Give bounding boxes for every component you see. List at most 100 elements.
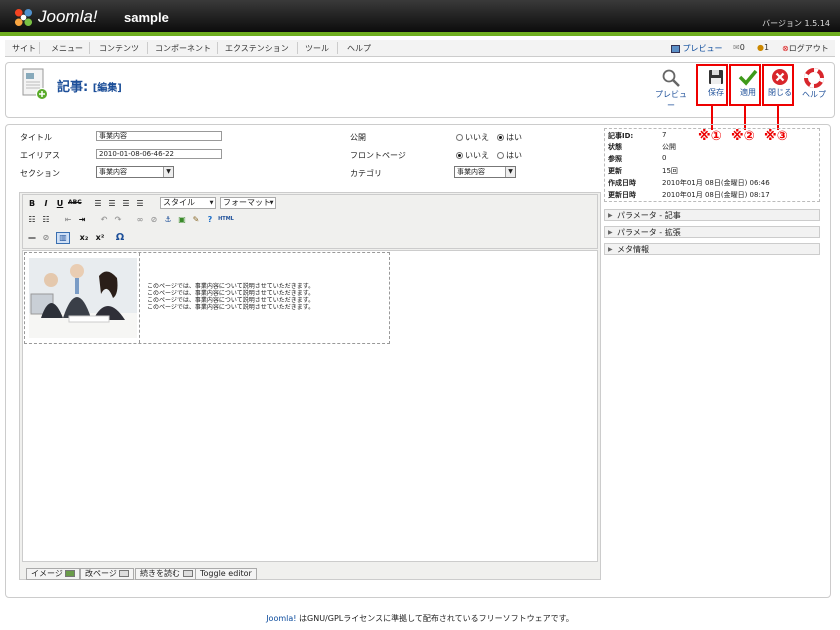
users-icon: ● <box>757 43 764 52</box>
info-value-state: 公開 <box>662 143 676 151</box>
lifebuoy-icon <box>804 68 824 88</box>
image-icon <box>65 570 76 577</box>
undo-icon[interactable]: ↶ <box>98 215 110 224</box>
info-value-hits: 0 <box>662 154 667 162</box>
image-button[interactable]: イメージ <box>26 568 81 580</box>
visual-aid-icon[interactable]: ▥ <box>56 232 70 244</box>
messages-count[interactable]: ✉0 <box>733 43 745 52</box>
mail-icon: ✉ <box>733 43 740 52</box>
readmore-button[interactable]: 続きを読む <box>135 568 198 580</box>
align-left-icon[interactable]: ☰ <box>92 199 104 208</box>
version-text: バージョン 1.5.14 <box>762 19 830 28</box>
panel-meta-info[interactable]: メタ情報 <box>604 243 820 255</box>
joomla-link[interactable]: Joomla! <box>266 614 296 623</box>
info-label-id: 記事ID: <box>608 132 634 140</box>
published-no-radio[interactable]: いいえ <box>456 132 489 143</box>
numbered-list-icon[interactable]: ☷ <box>40 215 52 224</box>
chevron-down-icon: ▼ <box>269 200 274 206</box>
magnifier-icon <box>662 69 680 87</box>
article-edit-icon <box>22 68 48 100</box>
horizontal-rule-icon[interactable]: — <box>26 233 38 242</box>
toggle-editor-button[interactable]: Toggle editor <box>195 568 257 580</box>
redo-icon[interactable]: ↷ <box>112 215 124 224</box>
frontpage-no-radio[interactable]: いいえ <box>456 150 489 161</box>
menu-extensions[interactable]: エクステンション <box>225 43 289 54</box>
info-label-revised: 更新 <box>608 167 622 175</box>
link-icon[interactable]: ∞ <box>134 215 146 224</box>
help-icon[interactable]: ? <box>204 215 216 224</box>
cleanup-icon[interactable]: ✎ <box>190 215 202 224</box>
info-value-created: 2010年01月 08日(金曜日) 06:46 <box>662 179 770 187</box>
image-icon[interactable]: ▣ <box>176 215 188 224</box>
special-char-icon[interactable]: Ω <box>114 232 126 243</box>
site-name: sample <box>124 10 169 25</box>
content-text[interactable]: このページでは、事業内容について説明させていただきます。 このページでは、事業内… <box>147 283 387 311</box>
title-label: タイトル <box>20 133 52 142</box>
chevron-down-icon: ▼ <box>209 200 214 206</box>
section-select[interactable]: 事業内容 ▼ <box>96 166 174 178</box>
html-icon[interactable]: HTML <box>218 216 234 222</box>
published-yes-radio[interactable]: はい <box>497 132 522 143</box>
preview-link[interactable]: プレビュー <box>671 43 723 54</box>
page-title: 記事: [編集] <box>57 80 122 95</box>
menu-components[interactable]: コンポーネント <box>155 43 211 54</box>
menu-content[interactable]: コンテンツ <box>99 43 139 54</box>
annotation-box-close <box>762 64 794 106</box>
superscript-icon[interactable]: x² <box>94 233 106 242</box>
underline-icon[interactable]: U <box>54 199 66 208</box>
align-center-icon[interactable]: ☰ <box>106 199 118 208</box>
info-value-id: 7 <box>662 131 667 139</box>
menu-help[interactable]: ヘルプ <box>347 43 371 54</box>
annotation-box-save <box>696 64 728 106</box>
category-label: カテゴリ <box>350 169 382 178</box>
category-select[interactable]: 事業内容 ▼ <box>454 166 516 178</box>
bold-icon[interactable]: B <box>26 199 38 208</box>
pagebreak-button[interactable]: 改ページ <box>80 568 135 580</box>
business-people-image <box>29 258 137 338</box>
joomla-logo-icon <box>14 8 33 27</box>
italic-icon[interactable]: I <box>40 199 52 208</box>
menu-tools[interactable]: ツール <box>305 43 329 54</box>
readmore-icon <box>182 570 193 577</box>
alias-input[interactable]: 2010-01-08-06-46-22 <box>96 149 222 159</box>
frontpage-label: フロントページ <box>350 151 406 160</box>
menu-menus[interactable]: メニュー <box>51 43 83 54</box>
logout-icon: ⊗ <box>782 44 789 53</box>
strikethrough-icon[interactable]: ABC <box>68 199 82 206</box>
pagebreak-icon <box>119 570 130 577</box>
annotation-box-apply <box>729 64 761 106</box>
info-label-state: 状態 <box>608 143 622 151</box>
frontpage-yes-radio[interactable]: はい <box>497 150 522 161</box>
chevron-down-icon: ▼ <box>163 167 173 177</box>
unlink-icon[interactable]: ⊘ <box>148 215 160 224</box>
logout-link[interactable]: ⊗ログアウト <box>782 43 829 54</box>
style-select[interactable]: スタイル ▼ <box>160 197 216 209</box>
chevron-down-icon: ▼ <box>505 167 515 177</box>
remove-format-icon[interactable]: ⊘ <box>40 233 52 242</box>
panel-article-params[interactable]: パラメータ - 記事 <box>604 209 820 221</box>
main-menu: サイト メニュー コンテンツ コンポーネント エクステンション ツール ヘルプ … <box>5 40 835 57</box>
title-input[interactable]: 事業内容 <box>96 131 222 141</box>
info-value-modified: 2010年01月 08日(金曜日) 08:17 <box>662 191 770 199</box>
subscript-icon[interactable]: x₂ <box>78 233 90 242</box>
published-label: 公開 <box>350 133 366 142</box>
preview-button[interactable]: プレビュー <box>652 66 690 110</box>
users-count[interactable]: ●1 <box>757 43 769 52</box>
section-label: セクション <box>20 169 60 178</box>
bullet-list-icon[interactable]: ☷ <box>26 215 38 224</box>
panel-advanced-params[interactable]: パラメータ - 拡張 <box>604 226 820 238</box>
menu-site[interactable]: サイト <box>12 43 36 54</box>
align-justify-icon[interactable]: ☰ <box>134 199 146 208</box>
info-label-created: 作成日時 <box>608 179 636 187</box>
footer: Joomla! はGNU/GPLライセンスに準拠して配布されているフリーソフトウ… <box>266 614 574 623</box>
align-right-icon[interactable]: ☰ <box>120 199 132 208</box>
help-button[interactable]: ヘルプ <box>796 66 832 104</box>
format-select[interactable]: フォーマット ▼ <box>220 197 276 209</box>
outdent-icon[interactable]: ⇤ <box>62 215 74 224</box>
anchor-icon[interactable]: ⚓ <box>162 215 174 224</box>
indent-icon[interactable]: ⇥ <box>76 215 88 224</box>
alias-label: エイリアス <box>20 151 60 160</box>
info-label-hits: 参照 <box>608 155 622 163</box>
preview-icon <box>671 44 680 53</box>
business-photo[interactable] <box>25 253 140 343</box>
